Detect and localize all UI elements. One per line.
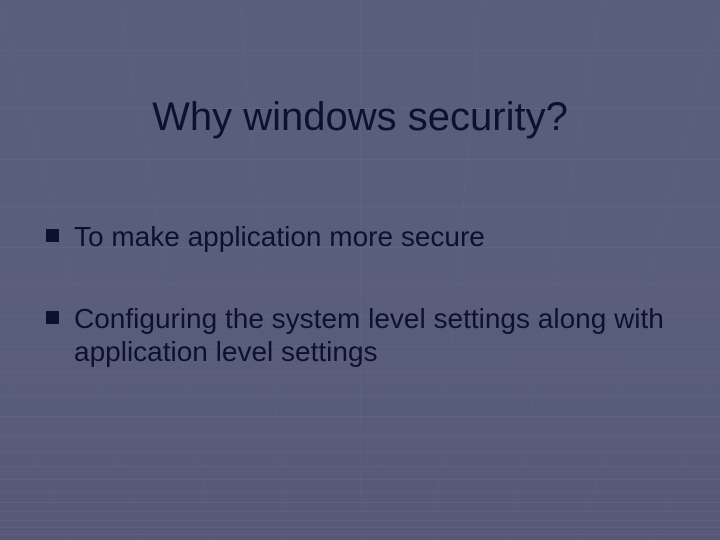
bullet-item: Configuring the system level settings al…: [46, 302, 674, 369]
bullet-item: To make application more secure: [46, 220, 674, 254]
slide-title: Why windows security?: [40, 95, 680, 140]
slide: Why windows security? To make applicatio…: [0, 0, 720, 540]
bullet-list: To make application more secure Configur…: [40, 220, 680, 369]
slide-content: Why windows security? To make applicatio…: [0, 0, 720, 369]
